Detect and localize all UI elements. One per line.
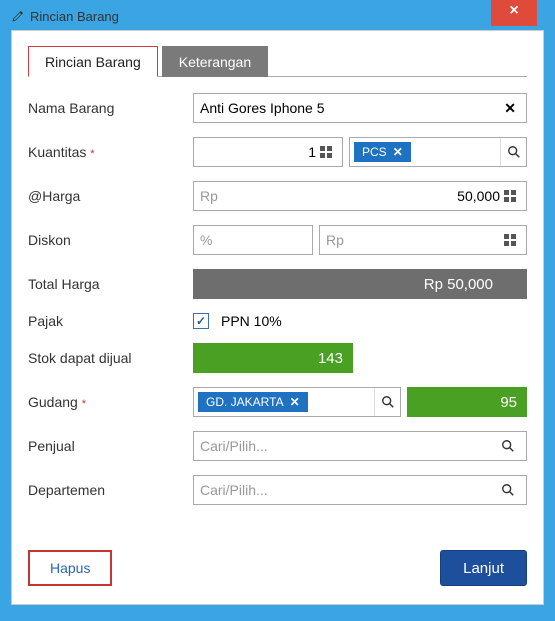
label-gudang: Gudang * xyxy=(28,394,193,410)
label-stok: Stok dapat dijual xyxy=(28,350,193,366)
tab-rincian[interactable]: Rincian Barang xyxy=(28,46,158,77)
keypad-icon[interactable] xyxy=(500,190,520,202)
lanjut-button[interactable]: Lanjut xyxy=(440,550,527,586)
window-title: Rincian Barang xyxy=(30,9,119,24)
pajak-checkbox[interactable]: ✓ xyxy=(193,313,209,329)
label-penjual: Penjual xyxy=(28,438,193,454)
title-bar: Rincian Barang xyxy=(3,3,552,28)
hapus-button[interactable]: Hapus xyxy=(28,550,112,586)
gudang-remove-icon[interactable]: ✕ xyxy=(290,395,300,409)
stok-value: 143 xyxy=(193,343,353,373)
pencil-icon xyxy=(11,10,24,23)
diskon-pct-placeholder: % xyxy=(200,232,212,248)
content-panel: Rincian Barang Keterangan Nama Barang ✕ … xyxy=(11,30,544,605)
diskon-rp-input[interactable] xyxy=(344,226,500,254)
nama-input[interactable] xyxy=(200,94,500,122)
close-button[interactable]: × xyxy=(491,0,537,26)
diskon-pct-input[interactable] xyxy=(212,226,306,254)
departemen-search-icon[interactable] xyxy=(496,476,520,504)
gudang-search-icon[interactable] xyxy=(374,388,400,416)
departemen-input[interactable] xyxy=(200,476,496,504)
nama-clear-icon[interactable]: ✕ xyxy=(500,100,520,117)
satuan-remove-icon[interactable]: ✕ xyxy=(393,145,403,159)
diskon-rp-placeholder: Rp xyxy=(326,232,344,248)
tab-keterangan[interactable]: Keterangan xyxy=(162,46,268,77)
harga-prefix: Rp xyxy=(200,188,218,204)
label-departemen: Departemen xyxy=(28,482,193,498)
gudang-pill[interactable]: GD. JAKARTA ✕ xyxy=(198,392,308,412)
satuan-search-icon[interactable] xyxy=(500,138,526,166)
label-nama: Nama Barang xyxy=(28,100,193,116)
kuantitas-input[interactable] xyxy=(200,138,316,166)
pajak-label: PPN 10% xyxy=(221,313,282,329)
satuan-select[interactable]: PCS ✕ xyxy=(349,137,527,167)
label-pajak: Pajak xyxy=(28,313,193,329)
label-kuantitas: Kuantitas * xyxy=(28,144,193,160)
penjual-input[interactable] xyxy=(200,432,496,460)
gudang-stok-value: 95 xyxy=(407,387,527,417)
penjual-search-icon[interactable] xyxy=(496,432,520,460)
total-value: Rp 50,000 xyxy=(193,269,527,299)
tabs: Rincian Barang Keterangan xyxy=(28,45,527,77)
keypad-icon[interactable] xyxy=(500,234,520,246)
satuan-pill[interactable]: PCS ✕ xyxy=(354,142,411,162)
label-total: Total Harga xyxy=(28,276,193,292)
gudang-select[interactable]: GD. JAKARTA ✕ xyxy=(193,387,401,417)
label-harga: @Harga xyxy=(28,188,193,204)
harga-input[interactable] xyxy=(218,182,500,210)
label-diskon: Diskon xyxy=(28,232,193,248)
keypad-icon[interactable] xyxy=(316,146,336,158)
